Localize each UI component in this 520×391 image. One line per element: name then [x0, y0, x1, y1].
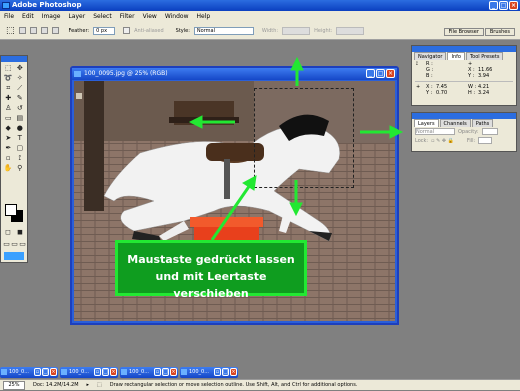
document-icon	[1, 369, 7, 375]
arrow-diagonal	[210, 184, 252, 241]
maximize-button[interactable]: □	[162, 368, 169, 376]
callout-line-1: Maustaste gedrückt lassen	[127, 253, 295, 266]
document-icon	[181, 369, 187, 375]
status-hint: Draw rectangular selection or move selec…	[109, 382, 358, 388]
arrow-up-head	[290, 56, 304, 71]
zoom-field[interactable]: 25%	[3, 381, 25, 390]
document-icon	[121, 369, 127, 375]
annotation-arrows	[188, 56, 404, 241]
minimized-doc-1-title: 100_0...	[9, 369, 29, 375]
minimized-doc-2-title: 100_0...	[69, 369, 89, 375]
instruction-callout: Maustaste gedrückt lassen und mit Leerta…	[115, 240, 307, 300]
arrow-down-head	[289, 202, 303, 217]
minimized-doc-3-title: 100_0...	[129, 369, 149, 375]
restore-button[interactable]: ▫	[154, 368, 161, 376]
minimized-doc-2[interactable]: 100_0... ▫ □ ×	[60, 367, 118, 378]
arrow-left-head	[188, 115, 203, 129]
close-button[interactable]: ×	[230, 368, 237, 376]
restore-button[interactable]: ▫	[214, 368, 221, 376]
close-button[interactable]: ×	[170, 368, 177, 376]
status-bar: 25% Doc: 14.2M/14.2M ▸ ⬚ Draw rectangula…	[0, 379, 520, 390]
minimized-doc-3[interactable]: 100_0... ▫ □ ×	[120, 367, 178, 378]
close-button[interactable]: ×	[50, 368, 57, 376]
restore-button[interactable]: ▫	[34, 368, 41, 376]
document-icon	[61, 369, 67, 375]
restore-button[interactable]: ▫	[94, 368, 101, 376]
close-button[interactable]: ×	[110, 368, 117, 376]
minimized-doc-4[interactable]: 100_0... ▫ □ ×	[180, 367, 238, 378]
marquee-small-icon: ⬚	[97, 382, 102, 388]
foreground-color-swatch[interactable]	[5, 204, 17, 216]
minimized-doc-1[interactable]: 100_0... ▫ □ ×	[0, 367, 58, 378]
minimized-documents: 100_0... ▫ □ × 100_0... ▫ □ × 100_0... ▫ □ × 100_…	[0, 367, 520, 378]
status-arrow-icon[interactable]: ▸	[87, 380, 90, 390]
doc-size[interactable]: Doc: 14.2M/14.2M	[33, 380, 79, 390]
maximize-button[interactable]: □	[222, 368, 229, 376]
callout-line-2: und mit Leertaste verschieben	[155, 270, 267, 300]
maximize-button[interactable]: □	[102, 368, 109, 376]
maximize-button[interactable]: □	[42, 368, 49, 376]
minimized-doc-4-title: 100_0...	[189, 369, 209, 375]
arrow-right-head	[389, 125, 404, 139]
